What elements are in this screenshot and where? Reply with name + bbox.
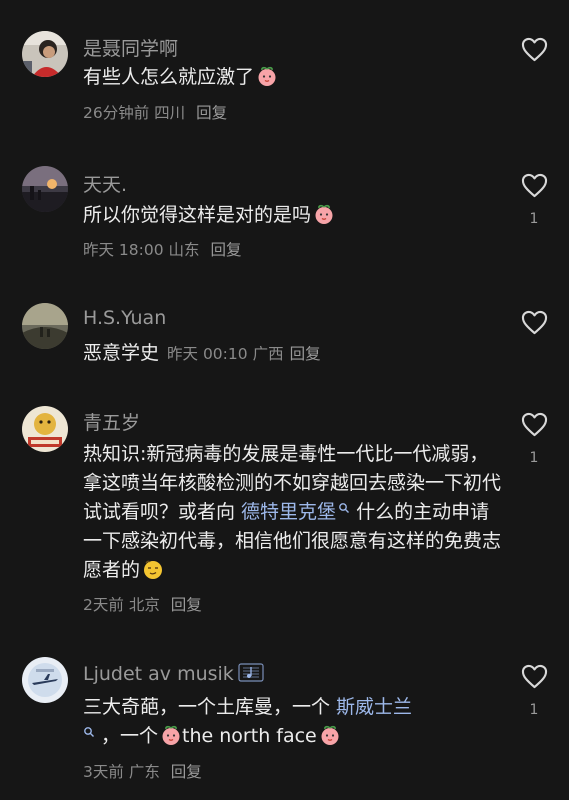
heart-icon <box>521 173 548 198</box>
reply-button[interactable]: 回复 <box>196 104 227 122</box>
comment-time: 3天前 <box>83 763 124 781</box>
like-button[interactable] <box>520 310 548 348</box>
like-count: 1 <box>529 702 539 718</box>
laughing-face-emoji <box>160 724 182 746</box>
username[interactable]: 是聂同学啊 <box>83 34 178 61</box>
like-count: 1 <box>529 450 539 466</box>
comment-time: 昨天 00:10 <box>167 345 248 363</box>
avatar[interactable] <box>22 406 68 452</box>
comment-meta: 2天前 北京 回复 <box>83 593 202 615</box>
heart-icon <box>521 664 548 689</box>
username[interactable]: H.S.Yuan <box>83 307 166 329</box>
like-button[interactable]: 1 <box>520 664 548 718</box>
comment-text: 恶意学史 昨天 00:10 广西 回复 <box>83 342 321 364</box>
comment-location: 北京 <box>128 596 160 614</box>
comment-time: 昨天 18:00 <box>83 241 164 259</box>
comment-text: 热知识:新冠病毒的发展是毒性一代比一代减弱，拿这喷当年核酸检测的不如穿越回去感染… <box>83 443 502 581</box>
comment-text: 三大奇葩，一个土库曼，一个 斯威士兰 ，一个 the north face <box>83 696 413 747</box>
heart-icon <box>521 310 548 335</box>
topic-link[interactable]: 德特里克堡 <box>241 501 350 523</box>
comment-time: 2天前 <box>83 596 124 614</box>
comment-text: 有些人怎么就应激了 <box>83 63 503 92</box>
reply-button[interactable]: 回复 <box>290 345 321 363</box>
avatar[interactable] <box>22 31 68 77</box>
reply-button[interactable]: 回复 <box>171 596 202 614</box>
username[interactable]: 青五岁 <box>83 408 140 435</box>
comment-location: 广西 <box>252 345 284 363</box>
comment-location: 山东 <box>168 241 200 259</box>
comment-time: 26分钟前 <box>83 104 150 122</box>
avatar[interactable] <box>22 166 68 212</box>
smirk-face-emoji <box>142 558 164 580</box>
like-button[interactable]: 1 <box>520 412 548 466</box>
username[interactable]: 天天. <box>83 170 127 197</box>
comment-location: 广东 <box>128 763 160 781</box>
comment-meta: 3天前 广东 回复 <box>83 760 202 782</box>
like-count: 1 <box>529 211 539 227</box>
like-button[interactable]: 1 <box>520 173 548 227</box>
search-icon <box>339 503 350 513</box>
heart-icon <box>521 37 548 62</box>
topic-link[interactable]: 斯威士兰 <box>336 696 412 718</box>
music-note-icon <box>238 663 264 682</box>
crying-face-emoji <box>256 65 278 87</box>
comment-meta: 昨天 00:10 广西 回复 <box>167 345 321 363</box>
laughing-face-emoji <box>319 724 341 746</box>
reply-button[interactable]: 回复 <box>171 763 202 781</box>
avatar[interactable] <box>22 303 68 349</box>
heart-icon <box>521 412 548 437</box>
like-button[interactable] <box>520 37 548 75</box>
username[interactable]: Ljudet av musik <box>83 661 264 685</box>
avatar[interactable] <box>22 657 68 703</box>
search-icon <box>84 727 94 737</box>
reply-button[interactable]: 回复 <box>211 241 242 259</box>
comment-meta: 昨天 18:00 山东 回复 <box>83 238 242 260</box>
comment-location: 四川 <box>154 104 186 122</box>
comment-text: 所以你觉得这样是对的是吗 <box>83 201 503 230</box>
shushing-face-emoji <box>313 203 335 225</box>
comment-meta: 26分钟前 四川 回复 <box>83 101 227 123</box>
